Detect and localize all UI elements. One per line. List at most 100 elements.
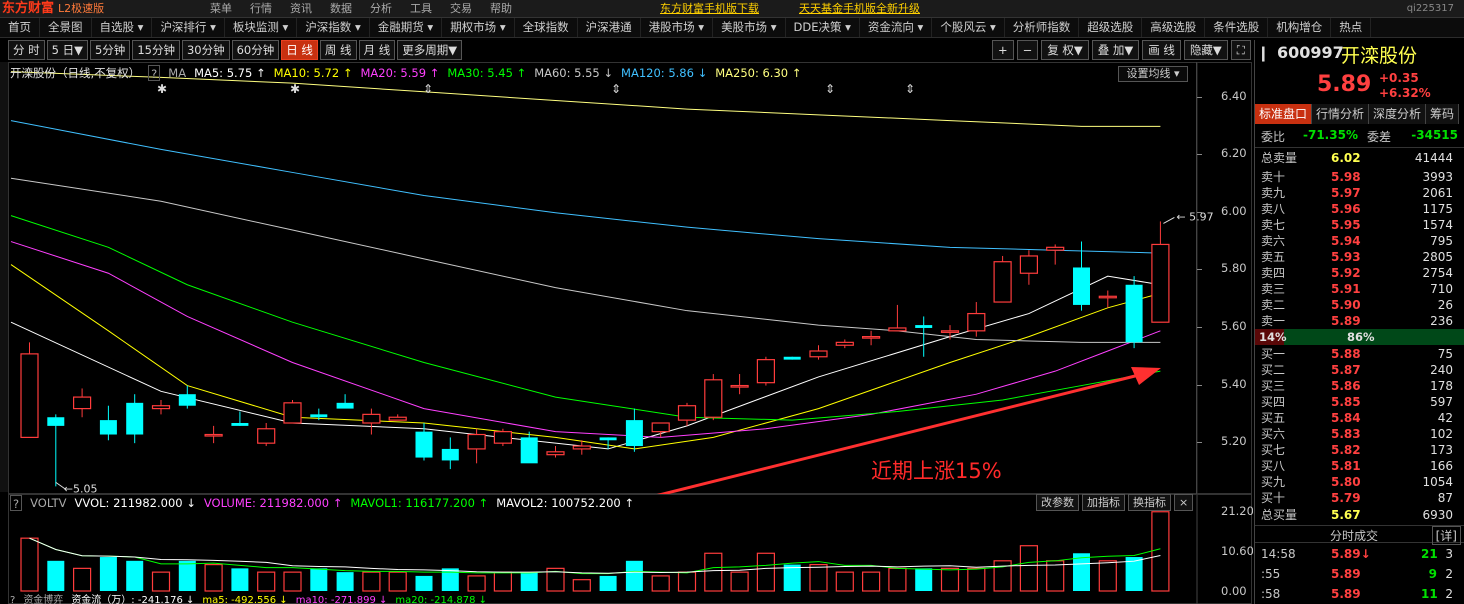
volume-panel-button[interactable]: × — [1174, 494, 1194, 511]
candle-up[interactable] — [204, 433, 223, 437]
chart-control-button[interactable]: 隐藏▼ — [1183, 40, 1228, 60]
bids-row[interactable]: 买四 5.85 597 — [1261, 394, 1457, 410]
quote-tab[interactable]: 行情分析 — [1312, 104, 1370, 124]
chart-control-button[interactable]: 复 权▼ — [1041, 40, 1089, 60]
asks-row[interactable]: 卖八 5.96 1175 — [1261, 201, 1457, 217]
volume-bar-down[interactable] — [178, 560, 196, 591]
period-button[interactable]: 更多周期▼ — [397, 40, 463, 60]
candle-up[interactable] — [72, 396, 92, 410]
bids-row[interactable]: 买三 5.86 178 — [1261, 378, 1457, 394]
asks-row[interactable]: 卖五 5.93 2805 — [1261, 249, 1457, 265]
chart-control-button[interactable]: 叠 加▼ — [1091, 40, 1140, 60]
volume-bar-up[interactable] — [20, 537, 39, 592]
candle-down[interactable] — [520, 437, 538, 464]
menu-item[interactable]: 分析师指数 — [1005, 18, 1080, 37]
candle-up[interactable] — [677, 405, 697, 421]
volume-bar-up[interactable] — [756, 552, 776, 592]
top-menu-item[interactable]: 资讯 — [290, 0, 312, 18]
menu-item[interactable]: 全景图 — [40, 18, 92, 37]
period-button[interactable]: 分 时 — [8, 40, 45, 60]
candle-up[interactable] — [257, 428, 276, 444]
volume-bar-up[interactable] — [1151, 511, 1170, 592]
candle-up[interactable] — [756, 359, 776, 384]
volume-bar-down[interactable] — [1125, 557, 1143, 591]
menu-item[interactable]: 首页 — [0, 18, 40, 37]
bids-row[interactable]: 买二 5.87 240 — [1261, 362, 1457, 378]
top-menu-item[interactable]: 交易 — [450, 0, 472, 18]
candle-down[interactable] — [126, 402, 144, 435]
asks-row[interactable]: 卖十 5.98 3993 — [1261, 169, 1457, 185]
kline-chart[interactable]: ← 5.97←5.05✱ ✱ ⇕ ⇕ ⇕ ⇕近期上涨15% — [9, 63, 1253, 495]
candle-up[interactable] — [967, 312, 986, 332]
menu-item[interactable]: 资金流向 ▾ — [860, 18, 933, 37]
candle-down[interactable] — [231, 423, 249, 426]
volume-bar-down[interactable] — [126, 560, 144, 591]
help-icon[interactable]: ? — [148, 65, 161, 81]
left-arrow-icon[interactable]: ❙ — [1257, 44, 1270, 62]
volume-panel-button[interactable]: 换指标 — [1128, 494, 1171, 511]
candle-up[interactable] — [1019, 255, 1039, 274]
candle-up[interactable] — [151, 405, 171, 410]
volume-bar-up[interactable] — [283, 571, 302, 592]
ticks-detail-button[interactable]: [详] — [1431, 526, 1461, 545]
top-menu-item[interactable]: 帮助 — [490, 0, 512, 18]
volume-bar-up[interactable] — [493, 571, 512, 592]
candle-up[interactable] — [20, 353, 39, 439]
event-marker-icon[interactable]: ✱ — [290, 82, 300, 96]
menu-item[interactable]: 条件选股 — [1205, 18, 1269, 37]
menu-item[interactable]: 个股风云 ▾ — [932, 18, 1005, 37]
volume-bar-up[interactable] — [388, 571, 407, 592]
chart-control-button[interactable]: − — [1016, 40, 1039, 60]
volume-bar-up[interactable] — [572, 579, 591, 592]
candle-down[interactable] — [47, 417, 65, 426]
period-button[interactable]: 5 日▼ — [46, 40, 88, 60]
menu-item[interactable]: 高级选股 — [1142, 18, 1206, 37]
quote-tab[interactable]: 筹码 — [1426, 104, 1460, 124]
bids-row[interactable]: 买九 5.80 1054 — [1261, 474, 1457, 490]
volume-bar-up[interactable] — [151, 571, 171, 592]
volume-bar-down[interactable] — [625, 560, 643, 591]
asks-row[interactable]: 卖九 5.97 2061 — [1261, 185, 1457, 201]
candle-up[interactable] — [704, 379, 723, 418]
candle-down[interactable] — [310, 414, 328, 418]
candle-up[interactable] — [1046, 246, 1065, 251]
candle-down[interactable] — [783, 356, 801, 360]
candle-up[interactable] — [467, 433, 486, 450]
asks-row[interactable]: 卖七 5.95 1574 — [1261, 217, 1457, 233]
volume-bar-up[interactable] — [861, 571, 881, 592]
bids-row[interactable]: 买八 5.81 166 — [1261, 458, 1457, 474]
top-menu-item[interactable]: 工具 — [410, 0, 432, 18]
menu-item[interactable]: 超级选股 — [1079, 18, 1143, 37]
menu-item[interactable]: 期权市场 ▾ — [442, 18, 515, 37]
volume-bar-up[interactable] — [940, 567, 960, 592]
promo-link[interactable]: 东方财富手机版下载 — [660, 0, 759, 18]
candle-down[interactable] — [625, 420, 643, 447]
bids-row[interactable]: 买七 5.82 173 — [1261, 442, 1457, 458]
period-button[interactable]: 5分钟 — [89, 40, 131, 60]
candle-up[interactable] — [861, 336, 881, 339]
menu-item[interactable]: 热点 — [1331, 18, 1372, 37]
candle-up[interactable] — [572, 445, 591, 450]
volume-bar-down[interactable] — [310, 568, 328, 591]
candle-down[interactable] — [915, 325, 933, 328]
volume-bar-up[interactable] — [362, 571, 381, 592]
menu-item[interactable]: 沪深港通 — [578, 18, 641, 37]
menu-item[interactable]: 全球指数 — [515, 18, 578, 37]
event-marker-icon[interactable]: ✱ — [157, 82, 167, 96]
candle-down[interactable] — [336, 402, 354, 409]
menu-item[interactable]: 自选股 ▾ — [92, 18, 153, 37]
menu-item[interactable]: 金融期货 ▾ — [370, 18, 443, 37]
asks-row[interactable]: 卖三 5.91 710 — [1261, 281, 1457, 297]
volume-panel-button[interactable]: 改参数 — [1036, 494, 1079, 511]
volume-bar-down[interactable] — [599, 575, 617, 591]
candle-up[interactable] — [835, 341, 854, 346]
volume-bar-up[interactable] — [467, 575, 486, 592]
volume-bar-up[interactable] — [835, 571, 854, 592]
top-menu-item[interactable]: 菜单 — [210, 0, 232, 18]
volume-bar-down[interactable] — [915, 568, 933, 591]
event-marker-icon[interactable]: ⇕ — [423, 82, 433, 96]
volume-bar-up[interactable] — [704, 552, 723, 592]
volume-panel-button[interactable]: 加指标 — [1082, 494, 1125, 511]
period-button[interactable]: 周 线 — [319, 40, 357, 60]
period-button[interactable]: 日 线 — [281, 40, 318, 60]
